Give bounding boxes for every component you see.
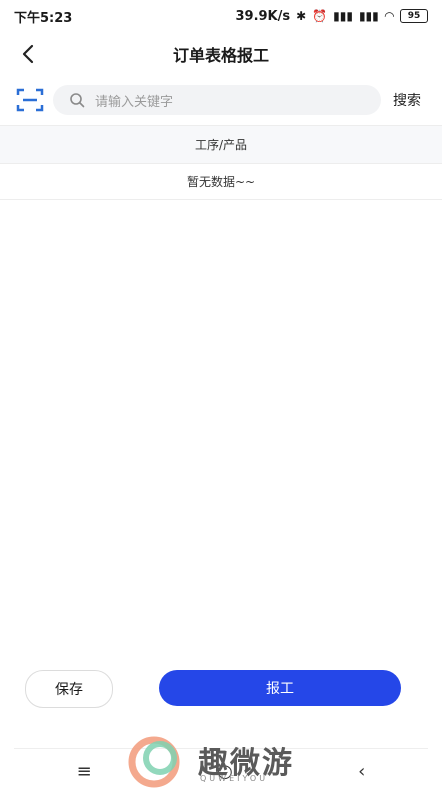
status-bar: 下午5:23 39.9K/s ✱ ⏰ ▮▮▮ ▮▮▮ ◠ 95 (0, 0, 442, 32)
chevron-left-icon (22, 44, 34, 64)
back-button[interactable] (14, 40, 42, 68)
report-button[interactable]: 报工 (159, 670, 401, 706)
search-button[interactable]: 搜索 (393, 90, 421, 110)
signal-icon: ▮▮▮ (333, 9, 353, 23)
report-button-label: 报工 (266, 681, 294, 697)
wifi-icon: ◠ (384, 9, 394, 23)
page-title: 订单表格报工 (172, 46, 269, 65)
signal-2-icon: ▮▮▮ (358, 9, 379, 23)
status-time: 下午5:23 (14, 10, 73, 26)
scan-icon (16, 88, 44, 112)
bluetooth-icon: ✱ (296, 9, 307, 23)
search-icon (70, 93, 85, 108)
search-row: 请输入关键字 搜索 (0, 80, 442, 120)
scan-button[interactable] (15, 85, 45, 115)
empty-state: 暂无数据~~ (0, 163, 442, 200)
search-placeholder: 请输入关键字 (95, 94, 174, 110)
status-indicators: 39.9K/s ✱ ⏰ ▮▮▮ ▮▮▮ ◠ 95 (235, 9, 428, 24)
watermark-subtext: QUWEIYOU (200, 774, 269, 783)
menu-icon[interactable]: ≡ (77, 761, 92, 782)
network-speed: 39.9K/s (235, 8, 291, 24)
table-header: 工序/产品 (0, 125, 442, 164)
back-nav-icon[interactable]: ‹ (358, 761, 365, 782)
search-input[interactable]: 请输入关键字 (53, 85, 381, 115)
column-header-process-product: 工序/产品 (194, 138, 248, 152)
nav-bar: 订单表格报工 (0, 32, 442, 76)
alarm-icon: ⏰ (312, 9, 328, 23)
battery-icon: 95 (400, 9, 428, 23)
save-button[interactable]: 保存 (25, 670, 113, 708)
save-button-label: 保存 (55, 682, 83, 698)
empty-text: 暂无数据~~ (186, 174, 256, 189)
